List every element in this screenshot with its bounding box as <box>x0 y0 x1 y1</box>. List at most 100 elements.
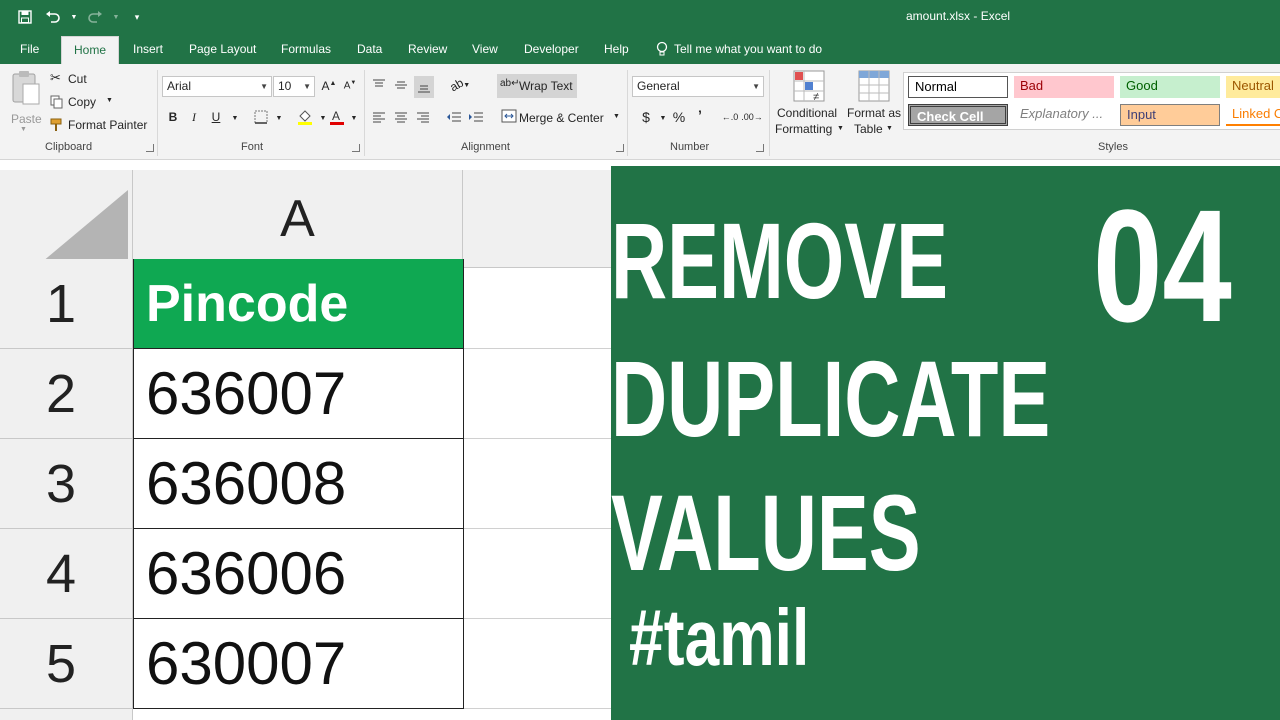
fill-color-button[interactable] <box>296 108 314 126</box>
tab-file[interactable]: File <box>20 34 39 64</box>
row-header[interactable]: 2 <box>0 349 133 439</box>
tab-help[interactable]: Help <box>604 34 629 64</box>
cell-b2[interactable] <box>464 349 611 439</box>
cell-b4[interactable] <box>464 529 611 619</box>
font-color-button[interactable]: A <box>328 108 346 126</box>
alignment-launcher-icon[interactable] <box>616 144 624 152</box>
format-painter-button[interactable]: Format Painter <box>50 116 150 134</box>
align-right-button[interactable] <box>414 108 432 126</box>
increase-indent-button[interactable] <box>467 108 485 126</box>
title-bar: ▼ ▼ ▾ amount.xlsx - Excel <box>0 0 1280 34</box>
excel-window: ▼ ▼ ▾ amount.xlsx - Excel File Home Inse… <box>0 0 1280 720</box>
style-check-cell[interactable]: Check Cell <box>908 104 1008 126</box>
underline-dropdown-icon[interactable]: ▼ <box>226 109 244 127</box>
borders-button[interactable] <box>252 108 270 126</box>
tab-developer[interactable]: Developer <box>524 34 579 64</box>
separator <box>769 70 770 156</box>
font-launcher-icon[interactable] <box>352 144 360 152</box>
cell-a2[interactable]: 636007 <box>133 349 464 439</box>
cell-b1[interactable] <box>464 259 611 349</box>
title-banner: REMOVE 04 DUPLICATE VALUES #tamil <box>611 166 1280 720</box>
style-explanatory-label: Explanatory ... <box>1020 106 1104 121</box>
style-good[interactable]: Good <box>1120 76 1220 98</box>
cell-a4[interactable]: 636006 <box>133 529 464 619</box>
copy-button[interactable]: Copy ▼ <box>50 93 120 111</box>
tab-home[interactable]: Home <box>61 36 120 64</box>
align-bottom-button[interactable] <box>414 76 434 98</box>
style-good-label: Good <box>1126 78 1158 93</box>
bold-label: B <box>168 110 178 124</box>
align-left-icon <box>373 112 385 123</box>
column-header-a[interactable]: A <box>133 170 463 268</box>
style-neutral[interactable]: Neutral <box>1226 76 1280 98</box>
redo-dropdown-icon[interactable]: ▼ <box>112 6 120 28</box>
style-bad[interactable]: Bad <box>1014 76 1114 98</box>
row-header[interactable]: 4 <box>0 529 133 619</box>
tab-page-layout[interactable]: Page Layout <box>189 34 256 64</box>
undo-dropdown-icon[interactable]: ▼ <box>70 6 78 28</box>
save-icon[interactable] <box>14 6 36 28</box>
italic-button[interactable]: I <box>185 108 203 126</box>
style-input-label: Input <box>1127 107 1156 122</box>
format-as-table-button[interactable]: Format as Table ▼ <box>846 70 902 140</box>
decrease-decimal-button[interactable]: .00→ <box>741 108 763 126</box>
currency-button[interactable]: $ <box>637 108 655 126</box>
font-size-value: 10 <box>278 79 292 93</box>
bold-button[interactable]: B <box>164 108 182 126</box>
font-size-select[interactable]: 10 ▼ <box>273 76 315 97</box>
font-name-select[interactable]: Arial ▼ <box>162 76 272 97</box>
paste-button[interactable]: Paste ▼ <box>8 70 44 134</box>
row-header[interactable] <box>0 709 133 720</box>
row-header[interactable]: 3 <box>0 439 133 529</box>
style-explanatory[interactable]: Explanatory ... <box>1014 104 1114 126</box>
clipboard-launcher-icon[interactable] <box>146 144 154 152</box>
style-linked-cell[interactable]: Linked C <box>1226 104 1280 126</box>
align-middle-button[interactable] <box>392 76 410 94</box>
orientation-button[interactable]: ab ▼ <box>446 76 474 95</box>
tab-view[interactable]: View <box>472 34 498 64</box>
comma-style-button[interactable]: ’ <box>691 106 709 124</box>
tab-data[interactable]: Data <box>357 34 382 64</box>
cell-a1[interactable]: Pincode <box>133 259 464 349</box>
column-header-b[interactable] <box>463 170 611 268</box>
tab-formulas[interactable]: Formulas <box>281 34 331 64</box>
cell-a3[interactable]: 636008 <box>133 439 464 529</box>
redo-icon[interactable] <box>84 6 106 28</box>
tab-review[interactable]: Review <box>408 34 447 64</box>
decrease-indent-button[interactable] <box>445 108 463 126</box>
window-title: amount.xlsx - Excel <box>906 9 1011 23</box>
tell-me-search[interactable]: Tell me what you want to do <box>656 34 822 64</box>
borders-dropdown-icon[interactable]: ▼ <box>270 109 288 127</box>
cell-a5[interactable]: 630007 <box>133 619 464 709</box>
align-center-button[interactable] <box>392 108 410 126</box>
paint-bucket-icon <box>298 110 312 125</box>
align-left-button[interactable] <box>370 108 388 126</box>
wrap-text-button[interactable]: ab↵ Wrap Text <box>497 74 577 98</box>
decrease-font-size-button[interactable]: A▼ <box>341 77 359 95</box>
font-color-dropdown-icon[interactable]: ▼ <box>345 109 363 127</box>
cut-button[interactable]: ✂ Cut <box>50 70 110 88</box>
number-launcher-icon[interactable] <box>756 144 764 152</box>
style-normal[interactable]: Normal <box>908 76 1008 98</box>
customize-qat-icon[interactable]: ▾ <box>126 6 148 28</box>
conditional-formatting-button[interactable]: ≠ Conditional Formatting ▼ <box>774 70 844 140</box>
merge-center-button[interactable]: Merge & Center ▼ <box>499 107 623 127</box>
wrap-text-icon: ab↵ <box>500 78 520 89</box>
increase-font-size-button[interactable]: A▲ <box>320 77 338 95</box>
font-name-value: Arial <box>167 79 192 93</box>
row-header[interactable]: 5 <box>0 619 133 709</box>
cell-b3[interactable] <box>464 439 611 529</box>
conditional-formatting-label-1: Conditional <box>777 106 838 120</box>
banner-line-remove: REMOVE <box>611 200 949 321</box>
undo-icon[interactable] <box>42 6 64 28</box>
align-top-button[interactable] <box>370 76 388 94</box>
row-header[interactable]: 1 <box>0 259 133 349</box>
underline-button[interactable]: U <box>207 108 225 126</box>
style-input[interactable]: Input <box>1120 104 1220 126</box>
select-all-corner[interactable] <box>0 170 133 268</box>
increase-decimal-button[interactable]: ←.0 <box>720 108 740 126</box>
tab-insert[interactable]: Insert <box>133 34 163 64</box>
number-format-select[interactable]: General ▼ <box>632 76 764 97</box>
percent-button[interactable]: % <box>670 108 688 126</box>
cell-b5[interactable] <box>464 619 611 709</box>
